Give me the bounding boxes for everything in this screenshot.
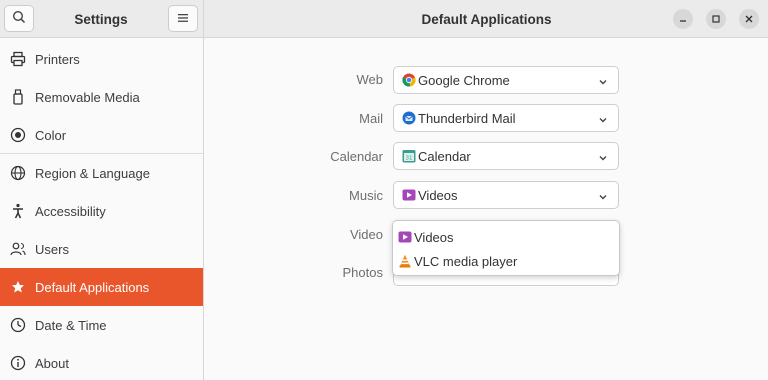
videos-icon: [402, 188, 416, 202]
sidebar-header: Settings: [0, 0, 204, 38]
mail-app-dropdown[interactable]: Thunderbird Mail: [393, 104, 619, 132]
minimize-button[interactable]: [673, 9, 693, 29]
default-applications-panel: Web Google Chrome Mail Thunderbird Mail …: [205, 39, 768, 380]
thunderbird-icon: [402, 111, 416, 125]
video-app-options-popover: Videos VLC media player: [392, 220, 620, 276]
sidebar-item-default-applications[interactable]: Default Applications: [0, 268, 203, 306]
sidebar-item-region-language[interactable]: Region & Language: [0, 154, 203, 192]
calendar-label: Calendar: [330, 149, 383, 164]
sidebar-item-label: Color: [35, 127, 67, 143]
palette-icon: [10, 127, 26, 143]
search-button[interactable]: [4, 5, 34, 32]
users-icon: [10, 241, 26, 257]
music-label: Music: [349, 188, 383, 203]
search-icon: [12, 10, 26, 27]
close-icon: [744, 12, 754, 27]
sidebar-item-label: Printers: [35, 51, 80, 67]
vlc-icon: [398, 254, 412, 268]
chevron-down-icon: [598, 151, 608, 166]
sidebar-item-label: Region & Language: [35, 165, 150, 181]
sidebar-item-accessibility[interactable]: Accessibility: [0, 192, 203, 230]
web-app-value: Google Chrome: [418, 72, 510, 88]
header-bar: Settings Default Applications: [0, 0, 768, 38]
calendar-app-value: Calendar: [418, 148, 471, 164]
videos-icon: [398, 230, 412, 244]
video-label: Video: [349, 227, 383, 242]
sidebar-item-users[interactable]: Users: [0, 230, 203, 268]
music-app-dropdown[interactable]: Videos: [393, 181, 619, 209]
sidebar-item-label: Removable Media: [35, 89, 140, 105]
sidebar-item-printers[interactable]: Printers: [0, 40, 203, 78]
calendar-icon: 31: [402, 149, 416, 163]
accessibility-icon: [10, 203, 26, 219]
info-icon: [10, 355, 26, 371]
sidebar-item-removable-media[interactable]: Removable Media: [0, 78, 203, 116]
maximize-icon: [711, 12, 721, 27]
chevron-down-icon: [598, 190, 608, 205]
chevron-down-icon: [598, 75, 608, 90]
svg-text:31: 31: [406, 156, 413, 162]
music-app-value: Videos: [418, 187, 458, 203]
star-icon: [10, 279, 26, 295]
minimize-icon: [678, 12, 688, 27]
mail-app-value: Thunderbird Mail: [418, 110, 516, 126]
chrome-icon: [402, 73, 416, 87]
hamburger-menu-icon: [177, 11, 189, 26]
sidebar-item-label: Users: [35, 241, 69, 257]
mail-label: Mail: [359, 111, 383, 126]
dropdown-option-videos[interactable]: Videos: [398, 226, 614, 248]
dropdown-option-vlc[interactable]: VLC media player: [398, 250, 614, 272]
printer-icon: [10, 51, 26, 67]
web-label: Web: [356, 72, 384, 87]
sidebar-item-label: About: [35, 355, 69, 371]
sidebar-item-label: Date & Time: [35, 317, 107, 333]
globe-icon: [10, 165, 26, 181]
chevron-down-icon: [598, 113, 608, 128]
sidebar-item-label: Accessibility: [35, 203, 106, 219]
web-app-dropdown[interactable]: Google Chrome: [393, 66, 619, 94]
photos-label: Photos: [342, 265, 383, 280]
maximize-button[interactable]: [706, 9, 726, 29]
usb-drive-icon: [10, 89, 26, 105]
sidebar: Printers Removable Media Color Region & …: [0, 38, 204, 380]
close-button[interactable]: [739, 9, 759, 29]
clock-icon: [10, 317, 26, 333]
sidebar-item-about[interactable]: About: [0, 344, 203, 380]
calendar-app-dropdown[interactable]: 31 Calendar: [393, 142, 619, 170]
sidebar-item-date-time[interactable]: Date & Time: [0, 306, 203, 344]
dropdown-option-label: VLC media player: [414, 253, 518, 269]
sidebar-item-color[interactable]: Color: [0, 116, 203, 154]
sidebar-item-label: Default Applications: [35, 279, 150, 295]
dropdown-option-label: Videos: [414, 229, 454, 245]
main-menu-button[interactable]: [168, 5, 198, 32]
sidebar-title: Settings: [74, 11, 128, 27]
